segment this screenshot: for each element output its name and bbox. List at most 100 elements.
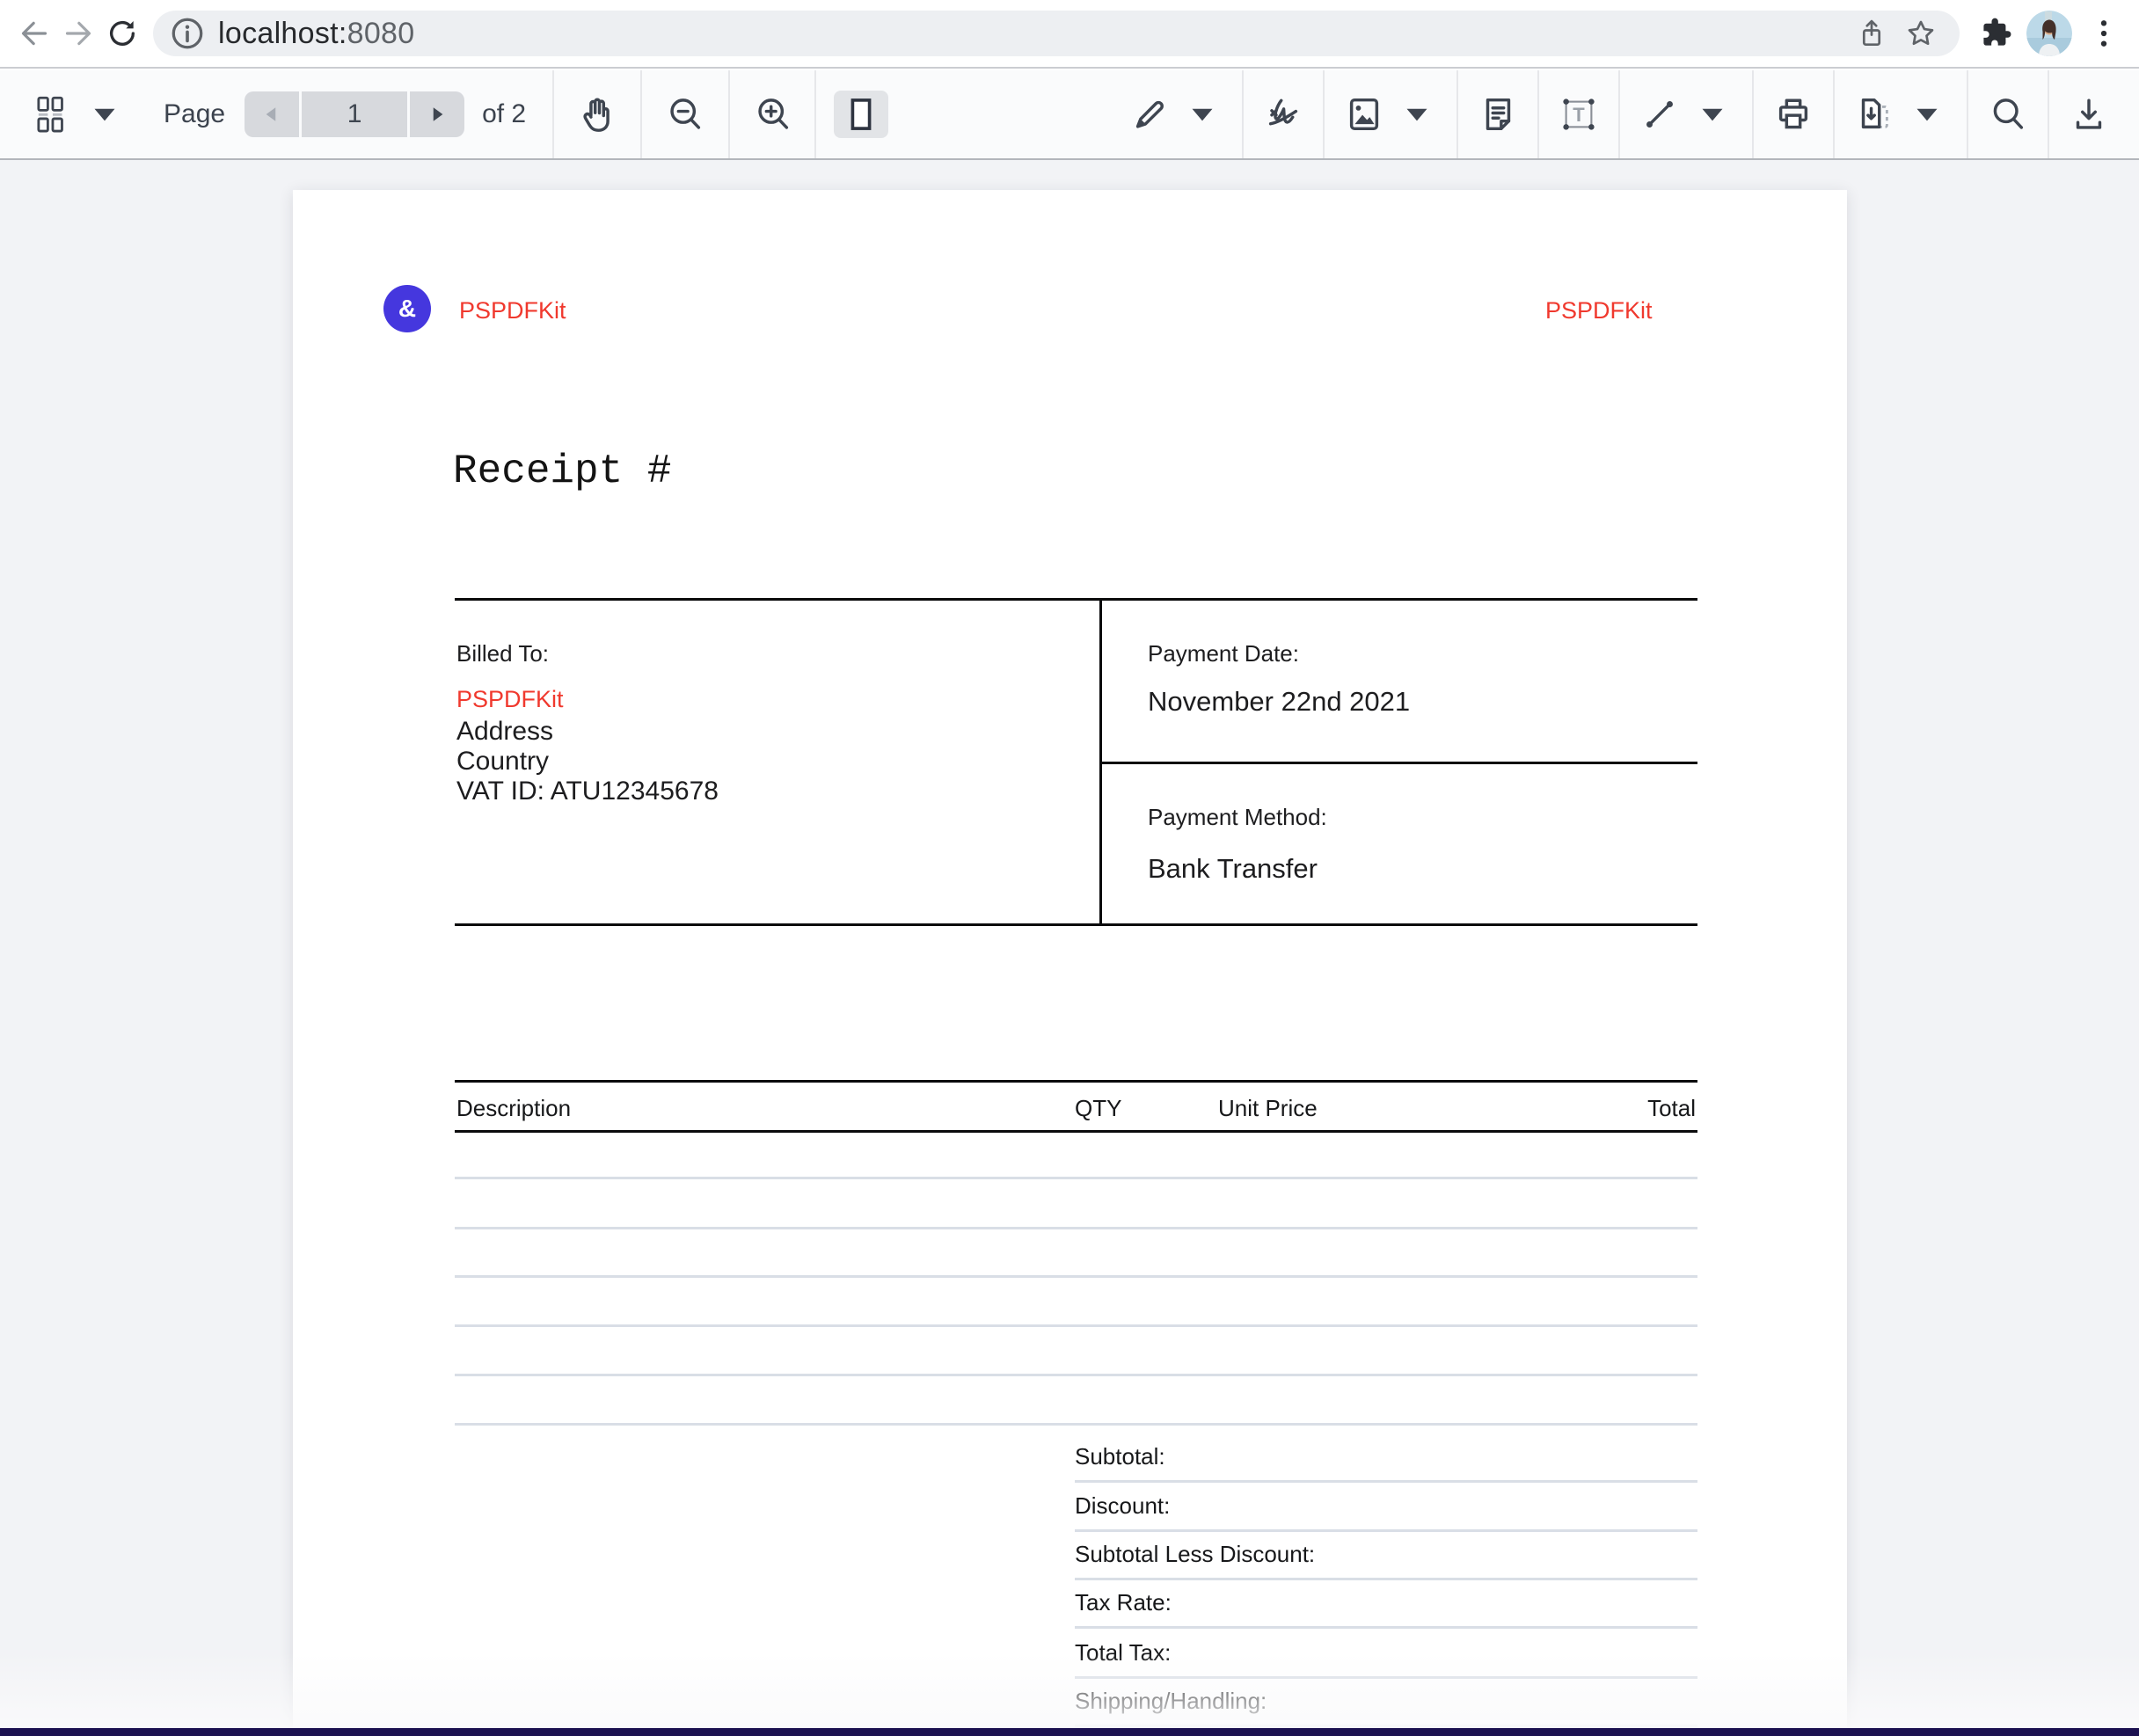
fit-page-icon <box>841 94 881 135</box>
signature-button[interactable] <box>1263 94 1303 135</box>
pan-hand-icon <box>577 94 617 135</box>
previous-page-button[interactable] <box>245 91 299 137</box>
column-description: Description <box>456 1095 571 1122</box>
extensions-button[interactable] <box>1972 9 2018 58</box>
toolbar-separator <box>728 70 730 158</box>
export-document-button[interactable] <box>1854 94 1894 135</box>
page-label: Page <box>164 99 225 129</box>
url-host: localhost: <box>218 17 347 50</box>
profile-avatar[interactable] <box>2026 11 2072 56</box>
previous-page-icon <box>257 99 287 129</box>
annotate-pen-button[interactable] <box>1129 94 1170 135</box>
url-port: 8080 <box>347 17 415 50</box>
print-icon <box>1773 94 1814 135</box>
download-icon <box>2069 94 2109 135</box>
image-options-button[interactable] <box>1397 94 1437 135</box>
totals-row-tax-rate: Tax Rate: <box>1075 1572 1697 1629</box>
totals-label: Total Tax: <box>1075 1639 1171 1667</box>
annotate-pen-icon <box>1129 94 1170 135</box>
address-bar[interactable]: localhost:8080 <box>153 11 1960 56</box>
search-icon <box>1988 94 2028 135</box>
zoom-out-button[interactable] <box>665 94 705 135</box>
chevron-down-icon <box>1182 94 1223 135</box>
image-icon <box>1344 94 1384 135</box>
brand-text-left: PSPDFKit <box>459 297 566 325</box>
site-info-icon <box>167 13 208 54</box>
item-row-divider <box>455 1374 1697 1376</box>
item-row-divider <box>455 1423 1697 1426</box>
totals-label: Discount: <box>1075 1492 1170 1520</box>
browser-menu-button[interactable] <box>2081 9 2127 58</box>
share-button[interactable] <box>1847 11 1896 56</box>
toolbar-separator <box>640 70 642 158</box>
item-row-divider <box>455 1275 1697 1278</box>
receipt-title: Receipt # <box>453 449 671 494</box>
line-options-button[interactable] <box>1692 94 1733 135</box>
download-button[interactable] <box>2069 94 2109 135</box>
note-icon <box>1478 94 1518 135</box>
browser-menu-dots-icon <box>2086 16 2121 51</box>
next-page-button[interactable] <box>410 91 464 137</box>
browser-chrome: localhost:8080 <box>0 0 2139 69</box>
totals-row-subtotal: Subtotal: <box>1075 1426 1697 1483</box>
back-button[interactable] <box>12 9 56 58</box>
export-options-button[interactable] <box>1907 94 1947 135</box>
column-unit-price: Unit Price <box>1218 1095 1318 1122</box>
totals-label: Subtotal: <box>1075 1443 1165 1470</box>
svg-text:T: T <box>1573 104 1585 126</box>
print-button[interactable] <box>1773 94 1814 135</box>
zoom-out-icon <box>665 94 705 135</box>
text-button[interactable]: T <box>1559 94 1599 135</box>
column-total: Total <box>1647 1095 1696 1122</box>
thumbnails-sidebar-button[interactable] <box>30 94 70 135</box>
item-row-divider <box>455 1324 1697 1327</box>
billed-to-country: Country <box>456 747 549 777</box>
pdf-toolbar: Page 1 of 2 <box>0 70 2139 160</box>
payment-method-label: Payment Method: <box>1148 804 1327 831</box>
url-text[interactable]: localhost:8080 <box>218 17 414 51</box>
billed-to-name: PSPDFKit <box>456 686 564 713</box>
window-bottom-bar <box>0 1728 2139 1736</box>
fit-page-button[interactable] <box>834 91 888 138</box>
line-button[interactable] <box>1639 94 1680 135</box>
signature-icon <box>1263 94 1303 135</box>
totals-label: Subtotal Less Discount: <box>1075 1541 1315 1568</box>
pan-tool-button[interactable] <box>577 94 617 135</box>
zoom-in-icon <box>753 94 793 135</box>
search-button[interactable] <box>1988 94 2028 135</box>
reload-button[interactable] <box>100 9 144 58</box>
bookmark-star-button[interactable] <box>1896 11 1946 56</box>
export-document-icon <box>1854 94 1894 135</box>
image-button[interactable] <box>1344 94 1384 135</box>
billed-to-label: Billed To: <box>456 640 549 667</box>
page-navigation-control: 1 <box>245 91 464 137</box>
table-horizontal-divider <box>1102 762 1697 764</box>
page-count-label: of 2 <box>482 99 526 129</box>
reload-icon <box>105 16 140 51</box>
pen-options-button[interactable] <box>1182 94 1223 135</box>
brand-logo: & <box>383 285 431 332</box>
note-button[interactable] <box>1478 94 1518 135</box>
forward-button[interactable] <box>56 9 100 58</box>
bookmark-star-icon <box>1904 17 1938 50</box>
thumbnails-icon <box>30 94 70 135</box>
toolbar-separator <box>552 70 554 158</box>
pdf-page: & PSPDFKit PSPDFKit Receipt # Billed To:… <box>293 190 1847 1736</box>
site-info-button[interactable] <box>167 13 208 54</box>
page-number-input[interactable]: 1 <box>302 91 407 137</box>
items-table-header: Description QTY Unit Price Total <box>455 1080 1697 1133</box>
zoom-in-button[interactable] <box>753 94 793 135</box>
back-icon <box>17 16 52 51</box>
item-row-divider <box>455 1177 1697 1179</box>
view-options-button[interactable] <box>84 94 125 135</box>
totals-label: Shipping/Handling: <box>1075 1688 1267 1715</box>
toolbar-left-group: Page 1 of 2 <box>0 70 888 158</box>
chrome-right-cluster <box>1972 9 2127 58</box>
text-icon: T <box>1559 94 1599 135</box>
column-qty: QTY <box>1075 1095 1121 1122</box>
totals-label: Tax Rate: <box>1075 1589 1172 1616</box>
page-number-value: 1 <box>347 99 362 129</box>
document-viewport[interactable]: & PSPDFKit PSPDFKit Receipt # Billed To:… <box>0 160 2139 1736</box>
line-icon <box>1639 94 1680 135</box>
chevron-down-icon <box>1907 94 1947 135</box>
